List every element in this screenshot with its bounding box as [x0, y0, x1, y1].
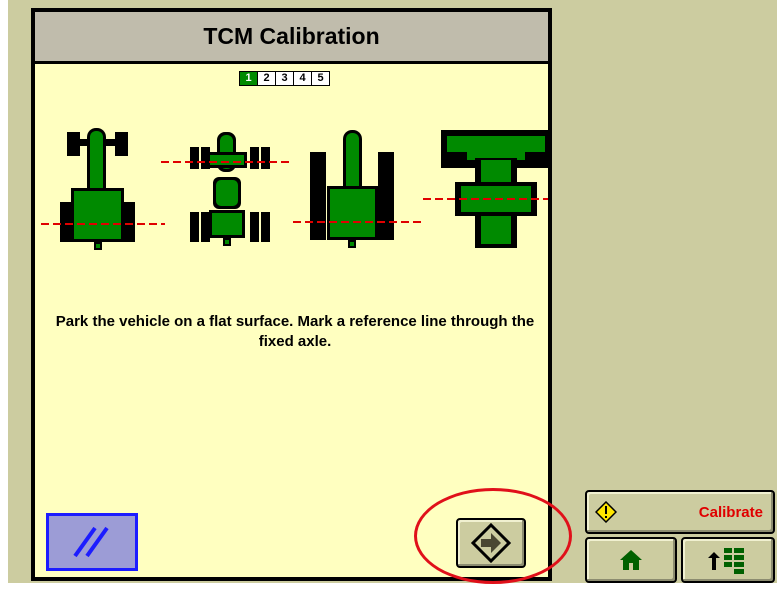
step-5: 5 — [312, 72, 329, 85]
dialog-title: TCM Calibration — [35, 12, 548, 64]
step-2: 2 — [258, 72, 275, 85]
menu-button[interactable] — [681, 537, 775, 583]
step-1: 1 — [240, 72, 257, 85]
step-4: 4 — [294, 72, 311, 85]
instruction-text: Park the vehicle on a flat surface. Mark… — [55, 313, 535, 350]
home-icon — [620, 550, 642, 570]
step-indicator: 1 2 3 4 5 — [239, 71, 330, 86]
next-arrow-icon — [471, 523, 511, 563]
vehicle-diagrams — [41, 128, 548, 250]
calibrate-button[interactable]: Calibrate — [585, 490, 775, 534]
cancel-button[interactable] — [46, 513, 138, 571]
calibration-dialog: TCM Calibration 1 2 3 4 5 Park the vehic… — [31, 8, 552, 581]
step-3: 3 — [276, 72, 293, 85]
warning-icon — [595, 501, 617, 523]
track-tractor-diagram — [423, 130, 548, 248]
tractor-mfwd-diagram — [41, 128, 165, 250]
tractor-4wd-diagram — [161, 132, 291, 246]
menu-up-icon — [708, 548, 744, 574]
calibrate-label: Calibrate — [698, 504, 763, 521]
cancel-slash-icon — [73, 526, 109, 558]
next-button[interactable] — [456, 518, 526, 568]
home-button[interactable] — [585, 537, 677, 583]
tractor-2wd-diagram — [293, 130, 425, 248]
